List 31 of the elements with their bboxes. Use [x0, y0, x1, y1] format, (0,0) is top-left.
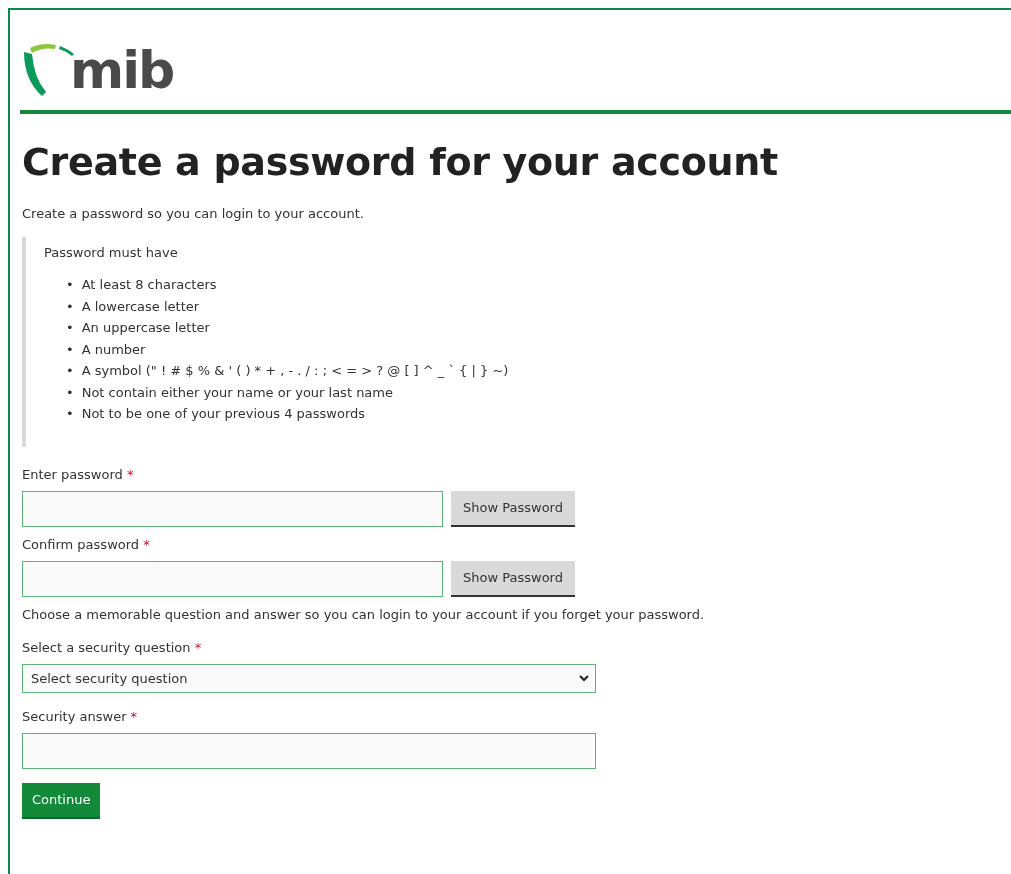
field-label: Enter password * — [22, 466, 134, 482]
rules-title: Password must have — [44, 245, 179, 260]
bullet: • — [66, 297, 74, 316]
bullet: • — [66, 405, 74, 423]
bullet: • — [66, 340, 74, 359]
rule-item: Not contain either your name or your last name — [81, 383, 393, 402]
show-password-button[interactable]: Show Password — [451, 490, 575, 527]
field-label: Security answer * — [22, 708, 138, 724]
logo-wordmark: mib — [70, 44, 174, 96]
continue-button[interactable]: Continue — [22, 782, 101, 819]
rule-item: A number — [81, 340, 146, 359]
rule-item: At least 8 characters — [81, 276, 217, 294]
rule-item: A lowercase letter — [81, 297, 200, 316]
chevron-down-icon — [579, 674, 589, 682]
intro-text: Create a password so you can login to your account. — [22, 206, 365, 221]
bullet: • — [66, 319, 74, 337]
rule-item: An uppercase letter — [81, 319, 210, 337]
bullet: • — [66, 383, 74, 402]
field-label: Select a security question * — [22, 639, 202, 655]
password-field[interactable] — [22, 490, 443, 527]
show-password-button[interactable]: Show Password — [451, 560, 575, 597]
rule-item: Not to be one of your previous 4 passwords — [81, 405, 366, 423]
password-field[interactable] — [22, 560, 443, 597]
bullet: • — [66, 362, 74, 380]
hint-text: Choose a memorable question and answer so you can login to your account if you forget your password. — [22, 606, 706, 622]
security-answer-field[interactable] — [22, 732, 596, 769]
bullet: • — [66, 276, 74, 294]
rule-item: A symbol (" ! # $ % & ' ( ) * + , - . / : ; < = > ? @ [ ] ^ _ ` { | } ~) — [81, 362, 509, 380]
field-label: Confirm password * — [22, 536, 150, 552]
security-question-dropdown[interactable]: Select security question — [22, 663, 596, 693]
page-heading: Create a password for your account — [22, 140, 779, 184]
